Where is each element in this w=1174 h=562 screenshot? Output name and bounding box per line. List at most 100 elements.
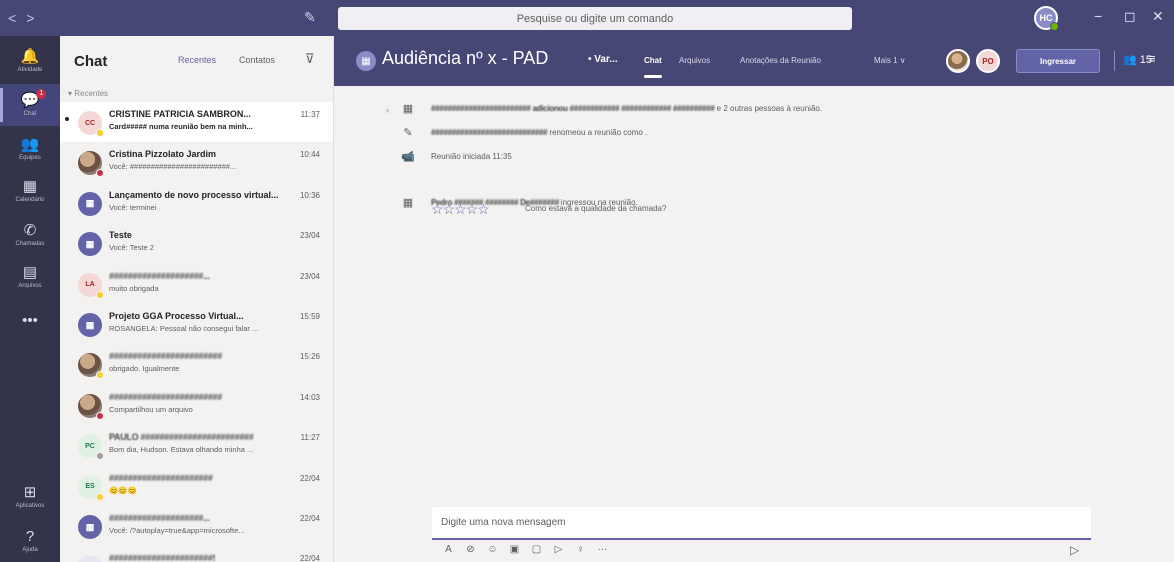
- avatar: PC: [78, 434, 104, 461]
- expand-chevron-icon[interactable]: ›: [386, 105, 389, 115]
- chat-icon: 💬 1: [21, 89, 47, 109]
- chat-list-item[interactable]: ▦ Projeto GGA Processo Virtual... 15:59 ROS…: [60, 304, 333, 344]
- avatar: [78, 393, 104, 420]
- chat-time: 11:27: [300, 433, 320, 443]
- rail-item-aplicativos[interactable]: ⊞ Aplicativos: [0, 476, 60, 518]
- filter-icon[interactable]: ⊽: [305, 51, 315, 67]
- tab-more[interactable]: Mais 1 ∨: [874, 56, 906, 65]
- tab-meeting-notes[interactable]: Anotações da Reunião: [740, 56, 821, 65]
- more-icon[interactable]: ≡: [1148, 51, 1156, 66]
- activity-text: ######################## adicionou #####…: [431, 104, 822, 113]
- rail-item-label: Chamadas: [15, 241, 45, 247]
- chat-preview: Card##### numa reunião bem na minh...: [109, 122, 253, 131]
- activity-body: adicionou ############ ############ ####…: [530, 104, 715, 113]
- search-input[interactable]: Pesquise ou digite um comando: [338, 7, 852, 30]
- rail-item-more[interactable]: •••: [0, 300, 60, 342]
- avatar: ▦: [78, 313, 102, 337]
- chat-name: Projeto GGA Processo Virtual...: [109, 311, 244, 321]
- tab-files[interactable]: Arquivos: [679, 56, 710, 65]
- call-rating-question: Como estava a qualidade da chamada?: [525, 204, 667, 213]
- call-rating-stars[interactable]: ☆☆☆☆☆: [431, 201, 490, 218]
- rail-item-ajuda[interactable]: ? Ajuda: [0, 520, 60, 562]
- close-icon[interactable]: ✕: [1152, 8, 1164, 25]
- forward-arrow-icon[interactable]: >: [26, 10, 34, 26]
- tab-contacts[interactable]: Contatos: [239, 55, 275, 65]
- rail-item-atividade[interactable]: 🔔 Atividade: [0, 40, 60, 82]
- rail-item-chamadas[interactable]: ✆ Chamadas: [0, 214, 60, 256]
- chat-name: CRISTINE PATRICIA SAMBRON...: [109, 109, 251, 119]
- chat-preview: Você: /?autoplay=true&app=microsofte...: [109, 526, 245, 535]
- presence-available-icon: [1050, 22, 1059, 31]
- avatar: ES: [78, 474, 104, 501]
- chat-list-item[interactable]: ▦ ####################... 22/04 Você: /?aut…: [60, 506, 333, 546]
- meeting-icon: ▦: [402, 197, 414, 209]
- presence-indicator: [96, 129, 104, 137]
- apps-icon: ⊞: [23, 484, 37, 501]
- emoji-icon[interactable]: ☺: [486, 544, 499, 562]
- sticker-icon[interactable]: ▢: [530, 544, 543, 562]
- praise-icon[interactable]: ♀: [574, 544, 587, 562]
- chat-time: 23/04: [299, 231, 320, 241]
- chat-list-item[interactable]: CC CRISTINE PATRICIA SAMBRON... 11:37 Card#…: [60, 102, 333, 142]
- meeting-title: Audiência nº x - PAD: [382, 48, 549, 68]
- minimize-icon[interactable]: −: [1094, 8, 1102, 24]
- tab-recent[interactable]: Recentes: [178, 55, 216, 65]
- chat-preview: Você: Teste 2: [109, 243, 154, 253]
- rail-item-label: Calendário: [15, 197, 45, 203]
- attach-icon[interactable]: ⊘: [464, 544, 477, 562]
- rail-item-label: Atividade: [17, 67, 43, 73]
- chat-name: ######################: [109, 472, 213, 483]
- chat-list-item[interactable]: ######################## 15:26 obrigado. I…: [60, 344, 333, 384]
- chat-list-item[interactable]: SV######################!22/04A versão D…: [60, 546, 333, 562]
- chat-list-item[interactable]: LA ####################... 23/04 muito obri…: [60, 264, 333, 304]
- new-chat-icon[interactable]: ✎: [304, 9, 316, 26]
- participant-avatar[interactable]: [946, 49, 970, 73]
- user-avatar[interactable]: HC: [1034, 6, 1059, 31]
- message-compose-box[interactable]: Digite uma nova mensagem: [432, 507, 1091, 540]
- maximize-icon[interactable]: ◻: [1124, 8, 1136, 25]
- group-chat-icon: ▦: [85, 238, 95, 249]
- tab-chat[interactable]: Chat: [644, 56, 662, 78]
- rail-item-label: Equipes: [19, 155, 41, 161]
- recent-section-header[interactable]: ▾ Recentes: [60, 86, 333, 102]
- more-options-icon[interactable]: ···: [596, 544, 609, 562]
- chat-preview: obrigado. Igualmente: [109, 364, 180, 374]
- gif-icon[interactable]: ▣: [508, 544, 521, 562]
- rail-item-arquivos[interactable]: ▤ Arquivos: [0, 256, 60, 298]
- chat-name: ####################...: [109, 513, 210, 523]
- recent-section-label: Recentes: [74, 89, 109, 98]
- chat-time: 15:59: [299, 312, 320, 321]
- chat-list-item[interactable]: ▦ Teste 23/04 Você: Teste 2: [60, 223, 333, 263]
- avatar: LA: [78, 272, 104, 299]
- chat-list-item[interactable]: ▦ Lançamento de novo processo virtual... 1…: [60, 183, 333, 223]
- app-rail: 🔔 Atividade 💬 1 Chat 👥 Equipes ▦ Calendário ✆ Cham…: [0, 36, 60, 562]
- chat-list-item[interactable]: Cristina Pizzolato Jardim 10:44 Você: ####…: [60, 142, 333, 182]
- teams-icon: 👥: [20, 136, 40, 153]
- meet-now-icon[interactable]: ▷: [552, 544, 565, 562]
- chat-list-item[interactable]: ######################## 14:03 Compartilho…: [60, 385, 333, 425]
- participant-avatar-initials[interactable]: PO: [976, 49, 1000, 73]
- chat-time: 11:37: [300, 110, 320, 119]
- join-button[interactable]: Ingressar: [1016, 49, 1100, 73]
- rail-item-equipes[interactable]: 👥 Equipes: [0, 128, 60, 170]
- rail-item-chat[interactable]: 💬 1 Chat: [0, 84, 60, 126]
- people-icon: 👥: [1123, 54, 1137, 66]
- avatar-initials: PC: [85, 442, 95, 450]
- activity-item: › ▦ ######################## adicionou ###…: [334, 100, 1174, 120]
- rail-item-calendrio[interactable]: ▦ Calendário: [0, 170, 60, 212]
- chat-preview: 😊😊😊: [109, 485, 138, 495]
- chat-list-item[interactable]: PC PAULO ######################## 11:27 Bom…: [60, 425, 333, 465]
- format-icon[interactable]: A: [442, 544, 455, 562]
- chat-list-header: Chat Recentes Contatos ⊽: [60, 36, 333, 86]
- activity-text: Reunião iniciada 11:35: [431, 152, 512, 161]
- send-icon[interactable]: ▷: [1070, 543, 1079, 557]
- presence-indicator: [96, 411, 104, 420]
- rail-item-label: Ajuda: [22, 547, 38, 553]
- chat-list-item[interactable]: ES ###################### 22/04 😊😊😊: [60, 466, 333, 506]
- group-chat-icon: ▦: [85, 319, 95, 330]
- activity-actor: ############################: [431, 128, 548, 137]
- unread-dot: [65, 117, 69, 121]
- chat-preview: Bom dia, Hudson. Estava olhando minha ..…: [109, 445, 254, 455]
- meeting-icon: ▦: [402, 103, 414, 115]
- back-arrow-icon[interactable]: <: [8, 10, 16, 26]
